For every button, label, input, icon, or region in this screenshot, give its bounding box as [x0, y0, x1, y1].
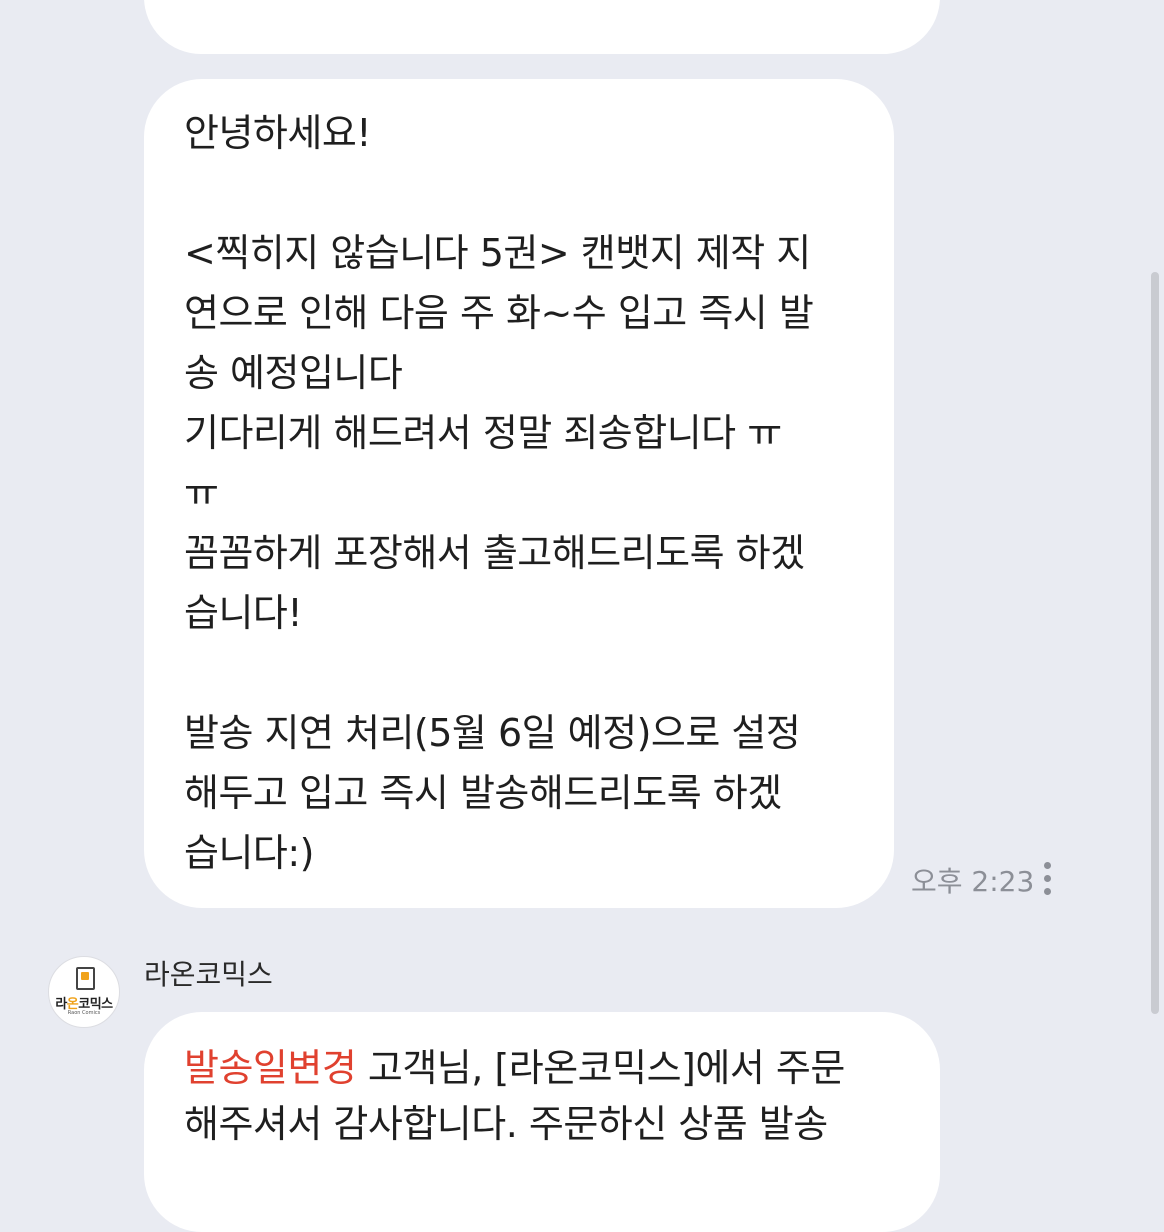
message-line: 기다리게 해드려서 정말 죄송합니다 ㅠ [184, 411, 782, 455]
message-line: 안녕하세요! [184, 111, 372, 155]
message-line: ㅠ [184, 471, 219, 515]
message-line: 송 예정입니다 [184, 351, 403, 395]
message-line: 해두고 입고 즉시 발송해드리도록 하겠 [184, 771, 782, 815]
avatar-logo-subtitle: Raon Comics [67, 1010, 101, 1016]
message-bubble[interactable]: 안녕하세요! <찍히지 않습니다 5권> 캔뱃지 제작 지 연으로 인해 다음 … [144, 79, 894, 908]
notice-tag: 발송일변경 [184, 1046, 357, 1090]
message-line: 꼼꼼하게 포장해서 출고해드리도록 하겠 [184, 531, 805, 575]
message-line: 발송 지연 처리(5월 6일 예정)으로 설정 [184, 711, 801, 755]
avatar[interactable]: 라온코믹스 Raon Comics [48, 956, 120, 1028]
next-message-bubble[interactable]: 발송일변경 고객님, [라온코믹스]에서 주문 해주셔서 감사합니다. 주문하신… [144, 1012, 940, 1232]
next-message-text: 고객님, [라온코믹스]에서 주문 [356, 1046, 845, 1090]
vertical-ellipsis-icon[interactable] [1036, 862, 1060, 896]
message-timestamp: 오후 2:23 [911, 865, 1035, 898]
book-logo-icon [76, 967, 95, 990]
message-line: 습니다:) [184, 831, 315, 875]
next-message-line: 발송일변경 고객님, [라온코믹스]에서 주문 [184, 1038, 845, 1098]
ellipsis-dot [1044, 875, 1051, 882]
ellipsis-dot [1044, 862, 1051, 869]
previous-message-bubble[interactable] [144, 0, 940, 54]
next-message-line: 해주셔서 감사합니다. 주문하신 상품 발송 [184, 1102, 828, 1146]
message-line: 연으로 인해 다음 주 화~수 입고 즉시 발 [184, 291, 814, 335]
sender-name[interactable]: 라온코믹스 [144, 953, 273, 993]
message-line: <찍히지 않습니다 5권> 캔뱃지 제작 지 [184, 231, 811, 275]
ellipsis-dot [1044, 888, 1051, 895]
scrollbar[interactable] [1151, 272, 1159, 1014]
message-line: 습니다! [184, 591, 303, 635]
